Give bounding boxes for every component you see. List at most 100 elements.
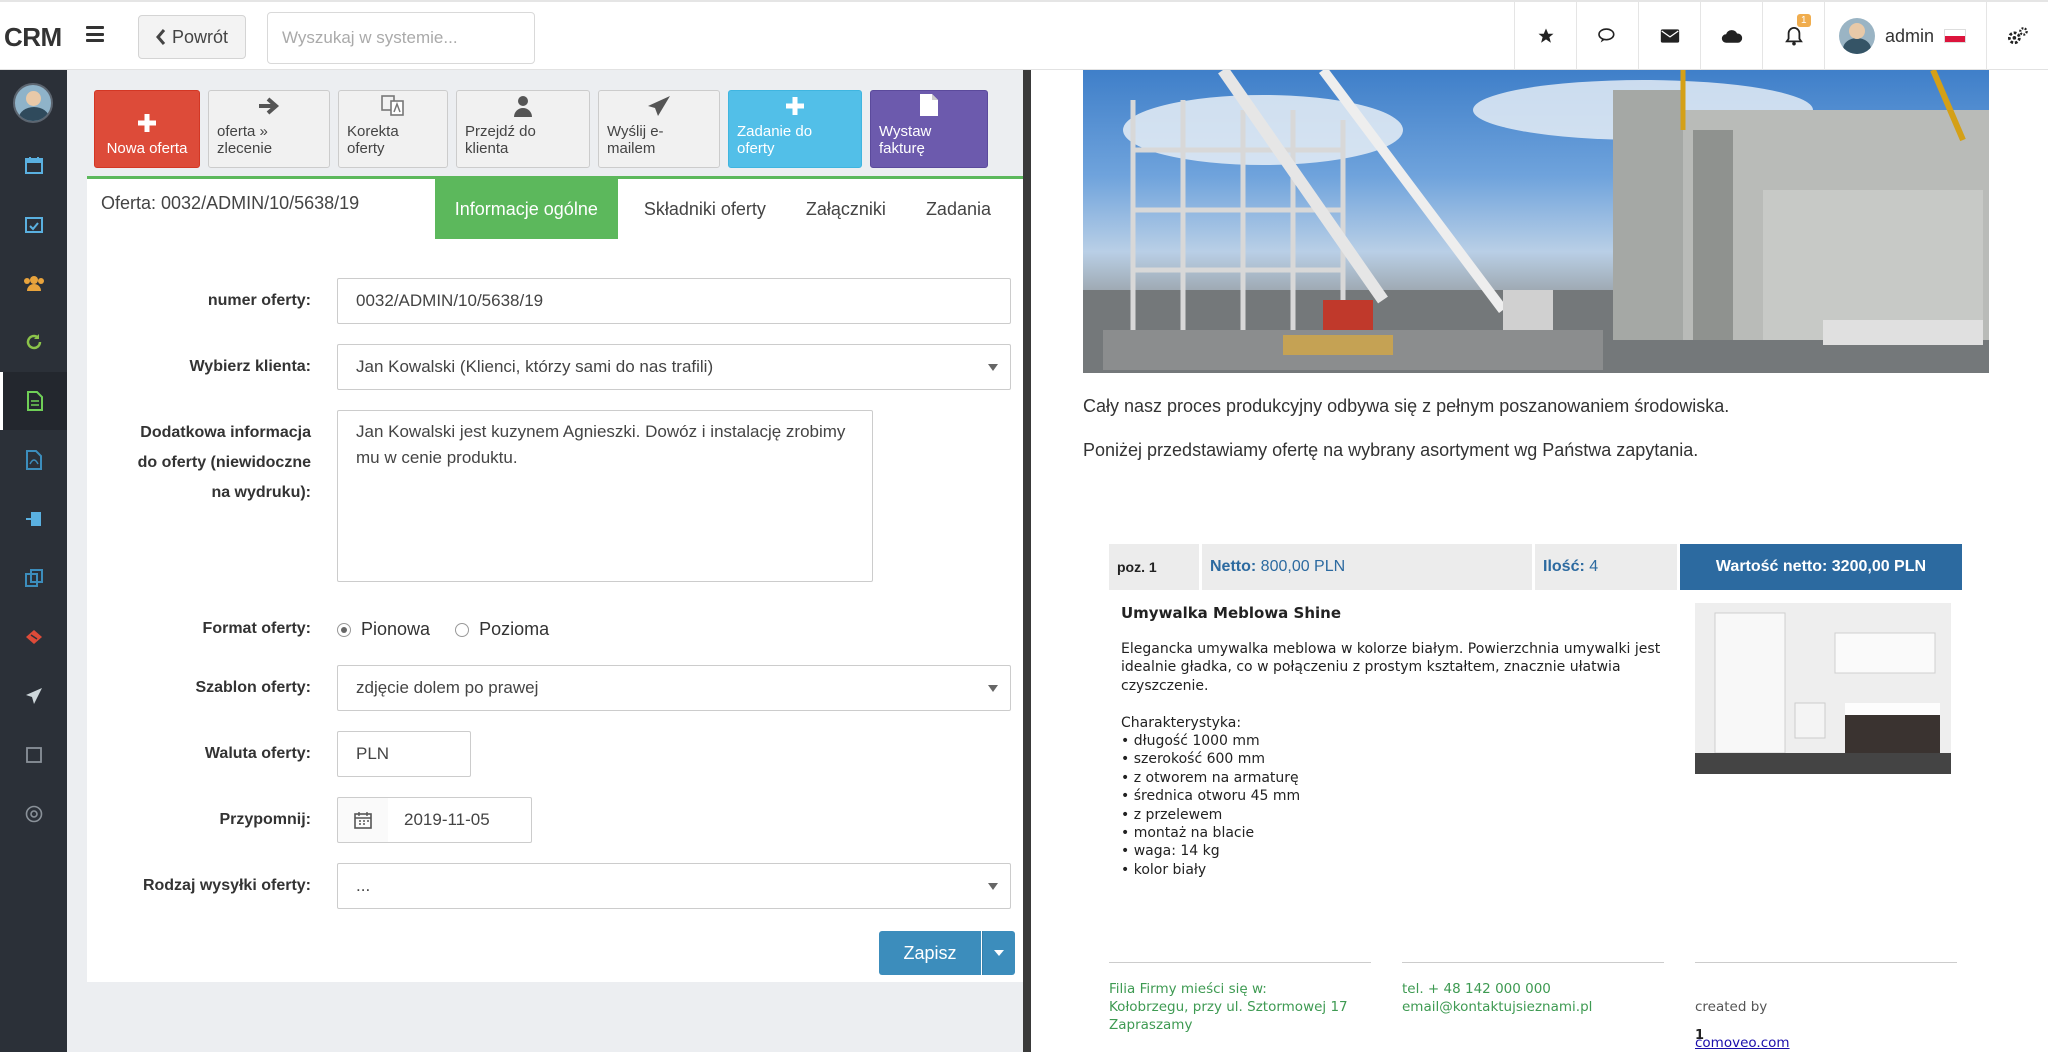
tab-tasks[interactable]: Zadania — [906, 179, 1011, 239]
at-sign-icon — [25, 805, 42, 823]
shipping-label: Rodzaj wysyłki oferty: — [142, 877, 311, 894]
reminder-date-field[interactable]: 2019-11-05 — [388, 797, 532, 843]
product-description: Elegancka umywalka meblowa w kolorze bia… — [1121, 641, 1661, 878]
back-button[interactable]: Powrót — [138, 15, 246, 59]
tab-general-info[interactable]: Informacje ogólne — [434, 179, 618, 239]
sidebar-item-email[interactable] — [0, 785, 67, 843]
save-options-dropdown[interactable] — [982, 931, 1015, 975]
envelope-icon — [1660, 29, 1679, 43]
menu-toggle-icon[interactable] — [86, 26, 104, 42]
tab-offer-items[interactable]: Składniki oferty — [624, 179, 786, 239]
chevron-left-icon — [156, 29, 166, 45]
template-select[interactable]: zdjęcie dolem po prawej — [337, 665, 1011, 711]
footer-link[interactable]: comoveo.com — [1695, 1034, 1790, 1052]
search-input[interactable] — [267, 12, 535, 64]
offer-toolbar: Nowa oferta oferta » zlecenie Korekta of… — [94, 90, 988, 168]
footer-address: Filia Firmy mieści się w: Kołobrzegu, pr… — [1109, 981, 1348, 1033]
sidebar-item-copies[interactable] — [0, 549, 67, 607]
radio-landscape-label: Pozioma — [479, 619, 550, 639]
caret-down-icon — [988, 685, 998, 692]
cloud-button[interactable] — [1700, 2, 1762, 70]
send-email-button[interactable]: Wyślij e-mailem — [598, 90, 720, 168]
offer-number-field[interactable]: 0032/ADMIN/10/5638/19 — [337, 278, 1011, 324]
caret-down-icon — [988, 364, 998, 371]
client-label: Wybierz klienta: — [189, 358, 311, 375]
paper-plane-icon — [648, 96, 670, 116]
netto-label: Netto: — [1210, 558, 1257, 575]
position-quantity: Ilość: 4 — [1535, 544, 1677, 590]
construction-site-image — [1083, 70, 1989, 373]
new-offer-button[interactable]: Nowa oferta — [94, 90, 200, 168]
sidebar-item-refresh[interactable] — [0, 313, 67, 371]
messages-button[interactable] — [1638, 2, 1700, 70]
sidebar-item-clients[interactable] — [0, 254, 67, 312]
radio-portrait[interactable] — [337, 623, 351, 638]
app-logo[interactable]: CRM — [4, 22, 62, 53]
calendar-addon[interactable] — [337, 797, 389, 843]
add-task-button[interactable]: Zadanie do oferty — [728, 90, 862, 168]
footer-created-by: created by — [1695, 999, 1768, 1015]
sidebar-avatar[interactable] — [13, 83, 53, 123]
client-select[interactable]: Jan Kowalski (Klienci, którzy sami do na… — [337, 344, 1011, 390]
sidebar-item-calendar[interactable] — [0, 136, 67, 194]
shipping-select[interactable]: ... — [337, 863, 1011, 909]
plus-icon — [138, 114, 156, 132]
chat-button[interactable] — [1576, 2, 1638, 70]
additional-info-label-line2: do oferty (niewidoczne — [137, 454, 311, 471]
offer-tabs: Informacje ogólne Składniki oferty Załąc… — [434, 179, 1011, 239]
chat-icon — [1597, 28, 1615, 43]
position-header: poz. 1 Netto: 800,00 PLN Ilość: 4 Wartoś… — [1109, 544, 1965, 590]
user-menu[interactable]: admin — [1824, 2, 1986, 70]
issue-invoice-button[interactable]: Wystaw fakturę — [870, 90, 988, 168]
sidebar-item-tasks[interactable] — [0, 195, 67, 253]
sidebar-item-send[interactable] — [0, 667, 67, 725]
favorites-button[interactable] — [1514, 2, 1576, 70]
users-icon — [23, 276, 44, 291]
star-icon — [1538, 28, 1553, 43]
calendar-icon — [24, 157, 43, 174]
quantity-value: 4 — [1589, 558, 1599, 575]
offer-number-label: numer oferty: — [207, 292, 311, 309]
go-to-client-button[interactable]: Przejdź do klienta — [456, 90, 590, 168]
save-button[interactable]: Zapisz — [879, 931, 981, 975]
preview-paragraph-2: Poniżej przedstawiamy ofertę na wybrany … — [1083, 440, 1699, 460]
tab-attachments[interactable]: Załączniki — [786, 179, 906, 239]
top-bar: CRM Powrót 1 admin — [0, 0, 2048, 70]
panel-divider[interactable] — [1023, 70, 1031, 1052]
settings-button[interactable] — [1986, 2, 2048, 70]
additional-info-textarea[interactable]: Jan Kowalski jest kuzynem Agnieszki. Dow… — [337, 410, 873, 582]
construction-illustration — [1083, 70, 1989, 373]
additional-info-label-line1: Dodatkowa informacja — [140, 424, 311, 441]
sidebar-item-tickets[interactable] — [0, 608, 67, 666]
template-select-value: zdjęcie dolem po prawej — [356, 678, 539, 697]
currency-field[interactable]: PLN — [337, 731, 471, 777]
new-offer-label: Nowa oferta — [106, 140, 188, 157]
refresh-icon — [26, 334, 41, 350]
correct-offer-button[interactable]: Korekta oferty — [338, 90, 448, 168]
offer-to-order-button[interactable]: oferta » zlecenie — [208, 90, 330, 168]
sidebar-item-notes[interactable] — [0, 726, 67, 784]
preview-paragraph-1: Cały nasz proces produkcyjny odbywa się … — [1083, 396, 1730, 416]
footer-credits: created by comoveo.com — [1695, 980, 1790, 1052]
additional-info-label-line3: na wydruku): — [211, 484, 311, 501]
poland-flag-icon — [1944, 29, 1967, 43]
sidebar-item-pdf[interactable] — [0, 431, 67, 489]
ticket-icon — [25, 630, 42, 644]
calendar-check-icon — [24, 217, 43, 233]
translate-icon — [381, 95, 404, 116]
plus-icon — [786, 97, 804, 115]
quantity-label: Ilość: — [1543, 558, 1585, 575]
format-radio-group: Pionowa Pozioma — [337, 614, 549, 644]
add-task-label: Zadanie do oferty — [737, 123, 813, 157]
notifications-button[interactable]: 1 — [1762, 2, 1824, 70]
sidebar-item-offers[interactable] — [0, 372, 67, 430]
sidebar-item-import[interactable] — [0, 490, 67, 548]
footer-contact: tel. + 48 142 000 000 email@kontaktujsie… — [1402, 981, 1593, 1015]
position-total: Wartość netto: 3200,00 PLN — [1680, 544, 1962, 590]
product-title: Umywalka Meblowa Shine — [1121, 604, 1341, 622]
footer-divider-1 — [1109, 962, 1371, 963]
radio-landscape[interactable] — [455, 623, 470, 638]
correction-label: Korekta oferty — [347, 123, 399, 157]
offer-title: Oferta: 0032/ADMIN/10/5638/19 — [101, 193, 360, 213]
pdf-file-icon — [25, 450, 42, 470]
